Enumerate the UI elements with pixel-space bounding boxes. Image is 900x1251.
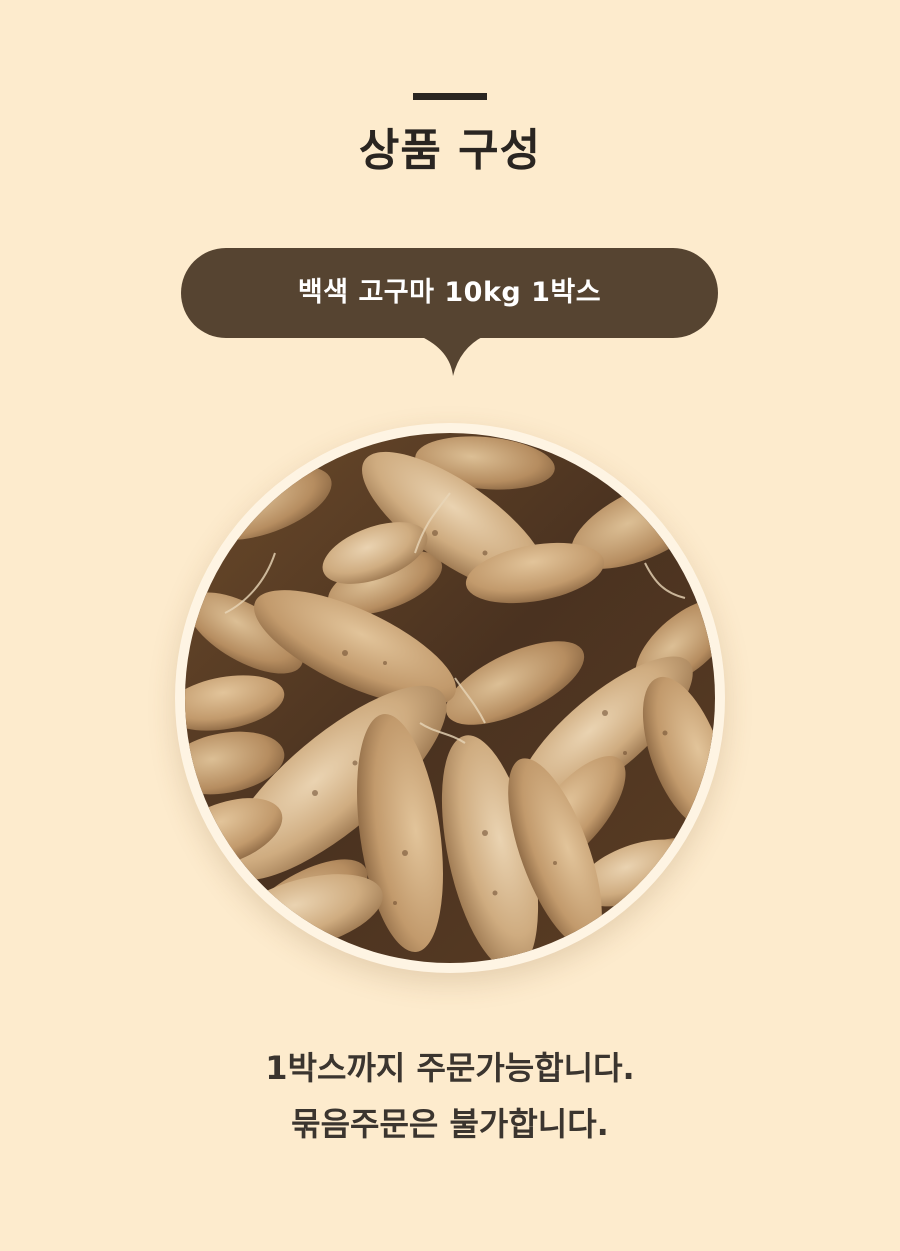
product-composition-section: 상품 구성 백색 고구마 10kg 1박스 1박스까지 주문가능합니다. 묶음주… xyxy=(0,0,900,1251)
bubble-tail xyxy=(420,336,484,376)
order-limit-note: 1박스까지 주문가능합니다. xyxy=(265,1049,635,1087)
product-label-bubble: 백색 고구마 10kg 1박스 xyxy=(181,248,718,338)
section-title: 상품 구성 xyxy=(358,125,542,176)
sweet-potato-photo xyxy=(185,433,715,963)
title-accent-bar xyxy=(413,93,487,100)
bundle-order-note: 묶음주문은 불가합니다. xyxy=(291,1105,609,1143)
product-label: 백색 고구마 10kg 1박스 xyxy=(297,277,602,308)
